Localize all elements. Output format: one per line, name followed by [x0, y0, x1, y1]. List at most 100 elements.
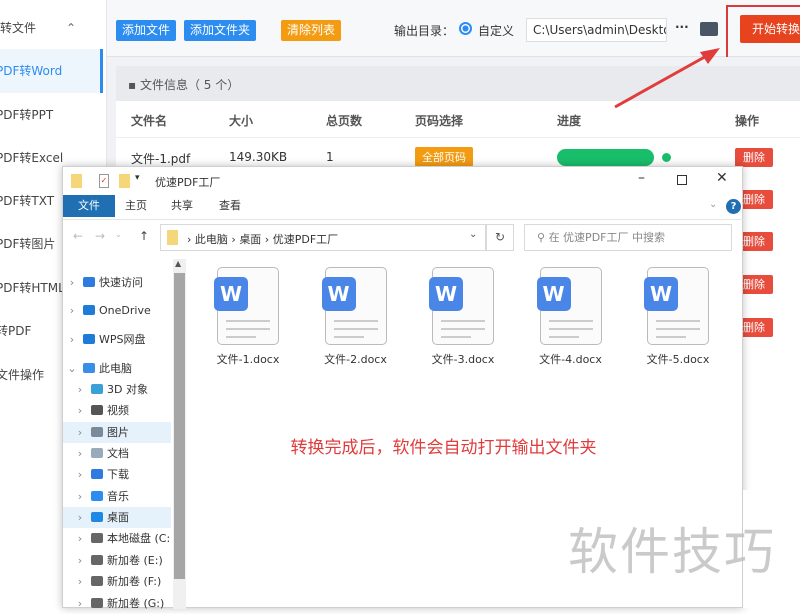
- music-icon: [91, 491, 103, 501]
- nav-item[interactable]: › 新加卷 (E:): [63, 550, 171, 571]
- sidebar-header[interactable]: 转文件 ⌃: [0, 6, 107, 50]
- sidebar-item-pdf-ppt[interactable]: PDF转PPT: [0, 93, 103, 137]
- nav-item[interactable]: ⌄ 此电脑: [63, 358, 171, 379]
- col-actions: 操作: [735, 114, 760, 128]
- forward-button[interactable]: →: [95, 229, 105, 243]
- nav-item[interactable]: › 下载: [63, 464, 171, 485]
- divider: [116, 137, 800, 138]
- chevron-right-icon[interactable]: ›: [73, 507, 87, 528]
- drive-icon: [91, 533, 103, 543]
- col-name: 文件名: [131, 114, 168, 128]
- window-title: 优速PDF工厂: [155, 176, 221, 189]
- custom-radio-label: 自定义: [478, 24, 515, 38]
- annotation-text: 转换完成后，软件会自动打开输出文件夹: [290, 438, 597, 458]
- folder-icon[interactable]: [700, 22, 718, 36]
- nav-item[interactable]: › 本地磁盘 (C:): [63, 528, 171, 549]
- chevron-right-icon[interactable]: ›: [73, 528, 87, 549]
- crumb[interactable]: 此电脑: [195, 233, 228, 246]
- tab-home[interactable]: 主页: [125, 195, 147, 217]
- folder-icon: [167, 230, 178, 245]
- crumb[interactable]: 优速PDF工厂: [273, 233, 338, 246]
- chevron-right-icon[interactable]: ›: [65, 272, 79, 293]
- clear-list-button[interactable]: 清除列表: [281, 20, 342, 41]
- row-pages: 1: [326, 150, 334, 164]
- close-button[interactable]: ✕: [716, 170, 728, 186]
- watermark: 软件技巧: [568, 523, 776, 581]
- video-icon: [91, 405, 103, 415]
- recent-dropdown[interactable]: ⌄: [115, 230, 122, 239]
- nav-item[interactable]: › 新加卷 (F:): [63, 571, 171, 592]
- pc-icon: [83, 363, 95, 373]
- chevron-right-icon[interactable]: ›: [73, 486, 87, 507]
- maximize-button[interactable]: [677, 175, 687, 185]
- star-icon: [83, 277, 95, 287]
- address-bar[interactable]: › 此电脑 › 桌面 › 优速PDF工厂 ⌄: [160, 224, 486, 251]
- highlight-box: [726, 5, 800, 59]
- expand-ribbon-icon[interactable]: ⌄: [709, 199, 717, 210]
- word-doc-icon: W: [644, 267, 709, 345]
- page-select-button[interactable]: 全部页码: [415, 147, 473, 167]
- minimize-button[interactable]: –: [638, 170, 645, 186]
- row-filename: 文件-1.pdf: [131, 152, 191, 166]
- chevron-right-icon[interactable]: ›: [73, 464, 87, 485]
- chevron-right-icon[interactable]: ›: [73, 379, 87, 400]
- check-icon: [662, 153, 671, 162]
- add-folder-button[interactable]: 添加文件夹: [184, 20, 257, 41]
- back-button[interactable]: ←: [73, 229, 83, 243]
- file-item[interactable]: W 文件-3.docx: [413, 267, 513, 367]
- chevron-up-icon: ⌃: [66, 21, 77, 35]
- file-item[interactable]: W 文件-5.docx: [628, 267, 728, 367]
- chevron-down-icon[interactable]: ⌄: [65, 358, 79, 379]
- properties-icon[interactable]: ✓: [99, 174, 109, 188]
- drive-icon: [91, 555, 103, 565]
- chevron-right-icon[interactable]: ›: [65, 329, 79, 350]
- word-doc-icon: W: [429, 267, 494, 345]
- search-input[interactable]: ⚲ 在 优速PDF工厂 中搜索: [524, 224, 732, 251]
- nav-item[interactable]: › OneDrive: [63, 300, 171, 321]
- new-folder-icon[interactable]: [119, 174, 130, 188]
- nav-item[interactable]: › 3D 对象: [63, 379, 171, 400]
- scroll-up-icon[interactable]: ▲: [175, 259, 181, 268]
- output-path-input[interactable]: C:\Users\admin\Deskto: [526, 18, 667, 42]
- more-button[interactable]: ···: [675, 20, 689, 34]
- delete-button[interactable]: 删除: [735, 148, 773, 167]
- sidebar-item-pdf-word[interactable]: PDF转Word: [0, 49, 103, 93]
- chevron-down-icon[interactable]: ⌄: [469, 229, 477, 240]
- nav-item[interactable]: › 桌面: [63, 507, 171, 528]
- tab-file[interactable]: 文件: [63, 195, 115, 217]
- chevron-down-icon[interactable]: ▾: [135, 173, 140, 183]
- col-pages: 总页数: [326, 114, 363, 128]
- chevron-right-icon[interactable]: ›: [65, 300, 79, 321]
- tab-view[interactable]: 查看: [219, 195, 241, 217]
- chevron-right-icon[interactable]: ›: [73, 593, 87, 614]
- nav-item[interactable]: › 视频: [63, 400, 171, 421]
- file-item[interactable]: W 文件-4.docx: [521, 267, 621, 367]
- file-item[interactable]: W 文件-1.docx: [198, 267, 298, 367]
- nav-item[interactable]: › 快速访问: [63, 272, 171, 293]
- nav-item[interactable]: › 音乐: [63, 486, 171, 507]
- col-page-select: 页码选择: [415, 114, 464, 128]
- download-icon: [91, 469, 103, 479]
- scroll-thumb[interactable]: [174, 273, 185, 579]
- word-doc-icon: W: [536, 267, 602, 345]
- add-file-button[interactable]: 添加文件: [116, 20, 177, 41]
- chevron-right-icon[interactable]: ›: [73, 400, 87, 421]
- word-doc-icon: W: [214, 267, 279, 345]
- crumb[interactable]: 桌面: [239, 233, 261, 246]
- help-icon[interactable]: ?: [726, 199, 741, 214]
- file-item[interactable]: W 文件-2.docx: [306, 267, 406, 367]
- tab-share[interactable]: 共享: [171, 195, 193, 217]
- file-name: 文件-1.docx: [216, 353, 280, 366]
- cloud-icon: [83, 334, 95, 344]
- refresh-button[interactable]: ↻: [486, 224, 514, 251]
- cloud-icon: [83, 305, 95, 315]
- chevron-right-icon[interactable]: ›: [73, 571, 87, 592]
- up-button[interactable]: ↑: [139, 229, 149, 243]
- custom-radio[interactable]: [459, 22, 472, 35]
- output-label: 输出目录：: [394, 24, 455, 38]
- row-size: 149.30KB: [229, 150, 288, 164]
- nav-item[interactable]: › WPS网盘: [63, 329, 171, 350]
- nav-item[interactable]: › 新加卷 (G:): [63, 593, 171, 614]
- chevron-right-icon[interactable]: ›: [73, 550, 87, 571]
- annotation-arrow: [614, 48, 720, 109]
